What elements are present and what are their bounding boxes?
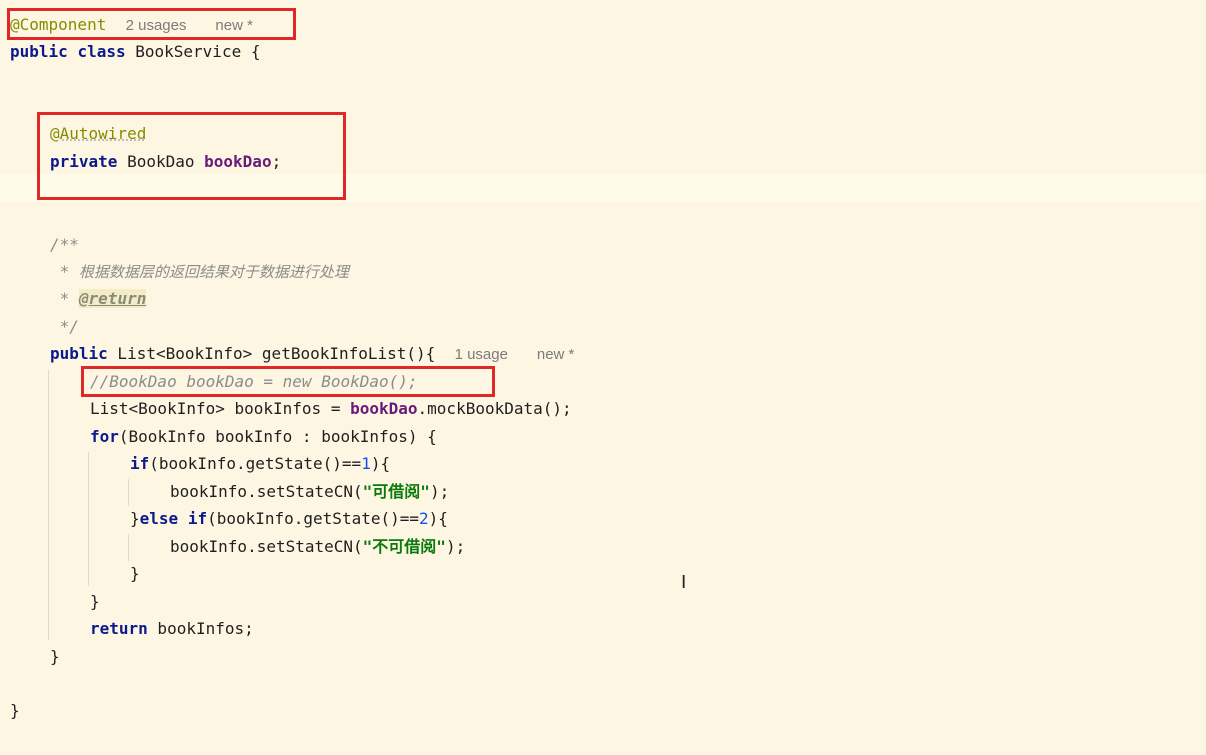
code-line-26[interactable]: } bbox=[10, 697, 20, 724]
field-bookdao: bookDao bbox=[350, 399, 418, 418]
number-literal: 2 bbox=[419, 509, 429, 528]
method-call: bookInfo.setStateCN( bbox=[170, 482, 363, 501]
for-header: (BookInfo bookInfo : bookInfos) { bbox=[118, 427, 437, 446]
code-line-20[interactable]: bookInfo.setStateCN("不可借阅"); bbox=[170, 533, 465, 560]
code-line-23[interactable]: return bookInfos; bbox=[90, 615, 254, 642]
keyword-public: public bbox=[10, 42, 68, 61]
method-call: bookInfo.setStateCN( bbox=[170, 537, 363, 556]
indent-guide bbox=[128, 534, 129, 561]
if-condition: (bookInfo.getState()== bbox=[149, 454, 362, 473]
usages-hint[interactable]: 1 usage bbox=[455, 346, 508, 363]
javadoc-close: */ bbox=[50, 317, 79, 336]
javadoc-star: * bbox=[50, 262, 79, 281]
code-line-16[interactable]: for(BookInfo bookInfo : bookInfos) { bbox=[90, 423, 437, 450]
text-cursor-icon: I bbox=[681, 572, 687, 593]
keyword-public: public bbox=[50, 344, 108, 363]
code-line-11[interactable]: * @return bbox=[50, 285, 147, 312]
code-line-19[interactable]: }else if(bookInfo.getState()==2){ bbox=[130, 505, 448, 532]
code-line-15[interactable]: List<BookInfo> bookInfos = bookDao.mockB… bbox=[90, 395, 572, 422]
javadoc-open: /** bbox=[50, 235, 79, 254]
method-call: .mockBookData(); bbox=[417, 399, 572, 418]
indent-guide bbox=[48, 370, 49, 640]
code-line-24[interactable]: } bbox=[50, 643, 60, 670]
number-literal: 1 bbox=[361, 454, 371, 473]
code-line-17[interactable]: if(bookInfo.getState()==1){ bbox=[130, 450, 390, 477]
code-line-10[interactable]: * 根据数据层的返回结果对于数据进行处理 bbox=[50, 258, 349, 285]
call-close: ); bbox=[429, 482, 450, 501]
closing-brace: } bbox=[90, 592, 100, 611]
if-close: ){ bbox=[428, 509, 448, 528]
code-line-22[interactable]: } bbox=[90, 588, 100, 615]
highlight-box-component bbox=[7, 8, 296, 40]
code-line-18[interactable]: bookInfo.setStateCN("可借阅"); bbox=[170, 478, 449, 505]
string-literal: "不可借阅" bbox=[362, 537, 446, 556]
code-line-21[interactable]: } bbox=[130, 560, 140, 587]
keyword-class: class bbox=[77, 42, 126, 61]
code-editor[interactable]: @Component 2 usages new * public class B… bbox=[0, 0, 1206, 755]
keyword-if: if bbox=[130, 454, 150, 473]
keyword-for: for bbox=[90, 427, 119, 446]
javadoc-description: 根据数据层的返回结果对于数据进行处理 bbox=[78, 263, 349, 281]
class-declaration: BookService { bbox=[125, 42, 261, 61]
code-line-13[interactable]: public List<BookInfo> getBookInfoList(){… bbox=[50, 340, 574, 367]
javadoc-return-tag: @return bbox=[78, 289, 147, 308]
code-line-12[interactable]: */ bbox=[50, 313, 79, 340]
assignment-lhs: List<BookInfo> bookInfos = bbox=[90, 399, 351, 418]
closing-brace: } bbox=[130, 564, 140, 583]
return-value: bookInfos; bbox=[147, 619, 254, 638]
string-literal: "可借阅" bbox=[362, 482, 430, 501]
keyword-else: else bbox=[139, 509, 179, 528]
call-close: ); bbox=[445, 537, 466, 556]
method-signature: List<BookInfo> getBookInfoList(){ bbox=[107, 344, 436, 363]
code-line-2[interactable]: public class BookService { bbox=[10, 38, 260, 65]
closing-brace: } bbox=[10, 701, 20, 720]
keyword-if: if bbox=[187, 509, 208, 528]
javadoc-star: * bbox=[50, 289, 79, 308]
if-condition: (bookInfo.getState()== bbox=[207, 509, 419, 528]
if-close: ){ bbox=[370, 454, 391, 473]
closing-brace: } bbox=[50, 647, 60, 666]
highlight-box-comment bbox=[81, 366, 495, 397]
keyword-return: return bbox=[90, 619, 148, 638]
author-hint[interactable]: new * bbox=[537, 346, 575, 363]
highlight-box-autowired bbox=[37, 112, 346, 200]
indent-guide bbox=[128, 479, 129, 506]
closing-brace: } bbox=[130, 509, 140, 528]
code-line-9[interactable]: /** bbox=[50, 231, 79, 258]
indent-guide bbox=[88, 452, 89, 586]
